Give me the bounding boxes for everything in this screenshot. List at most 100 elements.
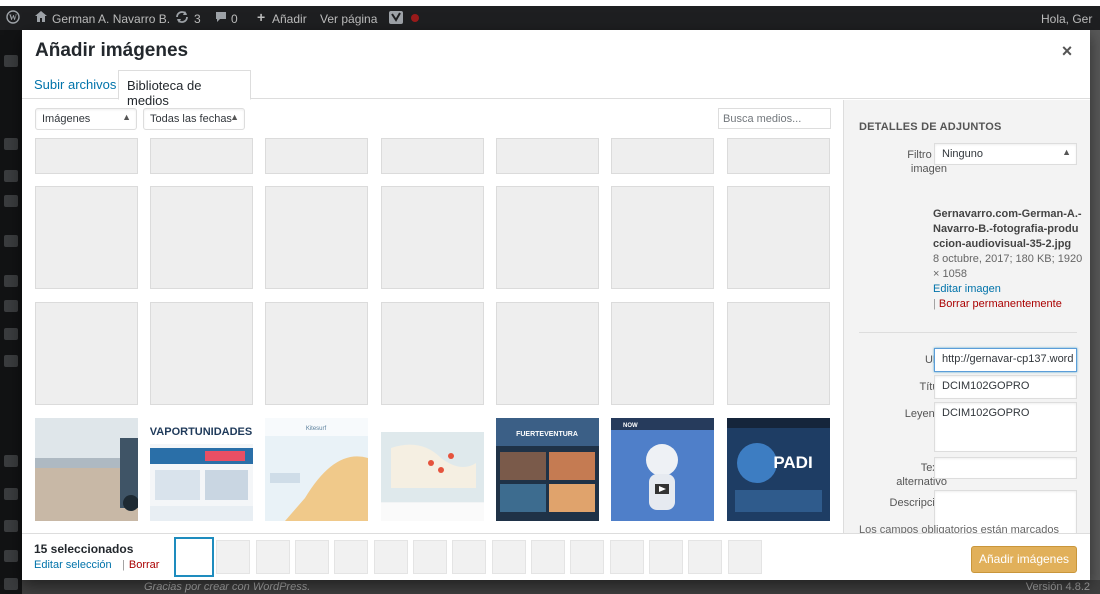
selected-count: 15 seleccionados (34, 542, 134, 556)
appearance-icon[interactable] (4, 235, 18, 247)
settings-icon[interactable] (4, 195, 18, 207)
view-page-link[interactable]: Ver página (320, 12, 377, 26)
edit-selection-link[interactable]: Editar selección (34, 559, 112, 571)
updates-count[interactable]: 3 (194, 12, 201, 26)
comment-icon[interactable] (215, 11, 227, 26)
attachment-thumbnail[interactable] (611, 186, 714, 289)
search-input[interactable]: Busca medios... (718, 108, 831, 129)
selected-item-thumbnail[interactable] (295, 540, 329, 574)
yoast-icon[interactable] (389, 11, 403, 27)
attachment-thumbnail[interactable] (496, 186, 599, 289)
modal-tabs: Subir archivos Biblioteca de medios (22, 70, 1090, 108)
seo-status-dot (411, 14, 419, 22)
attachment-thumbnail[interactable] (727, 138, 830, 174)
selected-item-thumbnail[interactable] (492, 540, 526, 574)
selected-item-thumbnail[interactable] (688, 540, 722, 574)
site-name-link[interactable]: German A. Navarro B. (52, 12, 170, 26)
comments-menu-icon[interactable] (4, 138, 18, 150)
tab-upload-files[interactable]: Subir archivos (26, 70, 124, 99)
attachment-thumbnail[interactable] (496, 138, 599, 174)
dashboard-icon[interactable] (4, 55, 18, 67)
attachment-filename: Gernavarro.com-German-A.-Navarro-B.-foto… (933, 208, 1082, 250)
selected-item-thumbnail[interactable] (256, 540, 290, 574)
modal-title: Añadir imágenes (35, 40, 189, 61)
wp-version: Versión 4.8.2 (1025, 581, 1090, 593)
selected-item-thumbnail[interactable] (177, 540, 211, 574)
attachment-thumbnail[interactable] (150, 186, 253, 289)
attachment-thumbnail[interactable] (496, 302, 599, 405)
selected-item-thumbnail[interactable] (452, 540, 486, 574)
attachment-thumbnail[interactable] (150, 302, 253, 405)
thumb-caption-vaportunidades: VAPORTUNIDADES (150, 426, 252, 438)
selected-item-thumbnail[interactable] (216, 540, 250, 574)
home-icon[interactable] (34, 10, 48, 26)
mail-icon[interactable] (4, 170, 18, 182)
svg-text:W: W (9, 13, 17, 22)
media-type-filter[interactable]: Imágenes ▲ (35, 108, 137, 130)
selected-item-thumbnail[interactable] (610, 540, 644, 574)
attachment-thumbnail-monkey[interactable]: NOW (611, 418, 714, 521)
seo-menu-icon[interactable] (4, 455, 18, 467)
new-content-link[interactable]: Añadir (272, 12, 307, 26)
selection-toolbar: 15 seleccionados Editar selección | Borra… (22, 533, 1090, 580)
padi-image: PADI (727, 418, 830, 521)
attachment-thumbnail[interactable] (381, 302, 484, 405)
close-icon[interactable]: × (1058, 42, 1076, 60)
selected-item-thumbnail[interactable] (334, 540, 368, 574)
attachment-thumbnail[interactable] (265, 302, 368, 405)
date-filter[interactable]: Todas las fechas ▲ (143, 108, 245, 130)
attachment-thumbnail-kitesurf[interactable]: Kitesurf (265, 418, 368, 521)
delete-permanently-link[interactable]: Borrar permanentemente (939, 298, 1062, 310)
selected-item-thumbnail[interactable] (649, 540, 683, 574)
attachment-details-sidebar: DETALLES DE ADJUNTOS Filtro de imagen Ni… (843, 100, 1090, 533)
date-filter-value: Todas las fechas (150, 113, 232, 125)
users-icon[interactable] (4, 328, 18, 340)
alt-text-field[interactable] (934, 457, 1077, 479)
image-filter-select[interactable]: Ninguno ▲ (934, 143, 1077, 165)
attachment-thumbnail[interactable] (35, 302, 138, 405)
tools-icon[interactable] (4, 300, 18, 312)
attachment-thumbnail[interactable] (35, 138, 138, 174)
collapse-menu-icon[interactable] (4, 578, 18, 590)
sidebar-divider (859, 332, 1077, 333)
wrench-icon[interactable] (4, 355, 18, 367)
attachment-thumbnail[interactable] (381, 138, 484, 174)
tab-media-library[interactable]: Biblioteca de medios (118, 70, 251, 108)
attachment-thumbnail[interactable] (150, 138, 253, 174)
plus-icon[interactable]: + (257, 9, 265, 25)
comments-count[interactable]: 0 (231, 12, 238, 26)
thumb-caption-kitesurf: Kitesurf (306, 426, 327, 432)
edit-image-link[interactable]: Editar imagen (933, 283, 1001, 295)
attachment-thumbnail-map[interactable] (381, 418, 484, 521)
attachment-thumbnail[interactable] (265, 138, 368, 174)
attachment-thumbnail-vaportunidades[interactable]: VAPORTUNIDADES (150, 418, 253, 521)
caption-field[interactable]: DCIM102GOPRO (934, 402, 1077, 452)
user-greeting[interactable]: Hola, Ger (1041, 12, 1092, 26)
attachment-thumbnail-fuerteventura[interactable]: FUERTEVENTURA (496, 418, 599, 521)
attachment-thumbnail-padi[interactable]: PADI (727, 418, 830, 521)
shield-icon[interactable] (4, 550, 18, 562)
selected-item-thumbnail[interactable] (728, 540, 762, 574)
attachment-thumbnail[interactable] (611, 302, 714, 405)
title-field[interactable]: DCIM102GOPRO (934, 375, 1077, 399)
selected-item-thumbnail[interactable] (413, 540, 447, 574)
attachment-thumbnail[interactable] (727, 186, 830, 289)
attachment-thumbnail[interactable] (35, 186, 138, 289)
attachment-thumbnail[interactable] (727, 302, 830, 405)
selected-item-thumbnail[interactable] (374, 540, 408, 574)
clear-selection: | Borrar (122, 559, 159, 571)
attachment-thumbnail[interactable] (381, 186, 484, 289)
plugins-icon[interactable] (4, 275, 18, 287)
wordpress-logo-icon[interactable]: W (6, 10, 20, 27)
updates-icon[interactable] (175, 10, 189, 27)
selected-item-thumbnail[interactable] (531, 540, 565, 574)
gear-icon[interactable] (4, 520, 18, 532)
attachment-thumbnail-desert-car[interactable] (35, 418, 138, 521)
attachment-thumbnail[interactable] (611, 138, 714, 174)
selected-item-thumbnail[interactable] (570, 540, 604, 574)
url-field[interactable]: http://gernavar-cp137.word (934, 348, 1077, 372)
add-images-button[interactable]: Añadir imágenes (971, 546, 1077, 573)
clear-selection-link[interactable]: Borrar (129, 559, 160, 571)
yoast-menu-icon[interactable] (4, 488, 18, 500)
attachment-thumbnail[interactable] (265, 186, 368, 289)
